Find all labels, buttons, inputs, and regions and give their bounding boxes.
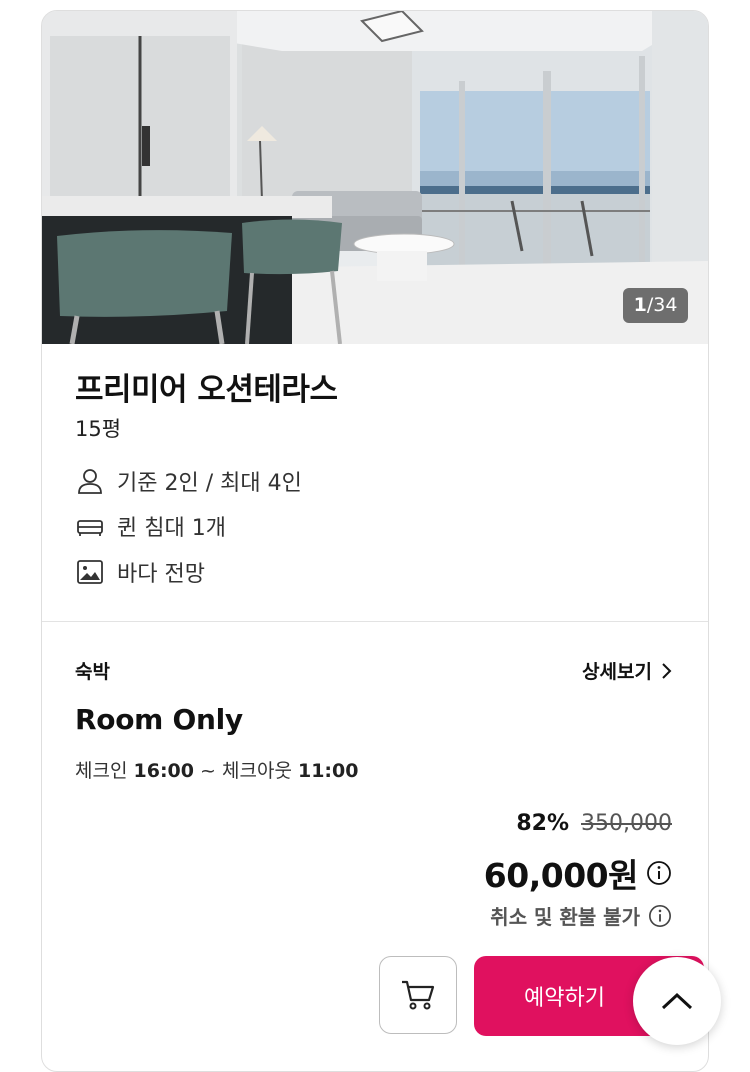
- photo-counter-current: 1: [633, 294, 647, 316]
- feature-bed-label: 퀸 침대 1개: [117, 516, 226, 541]
- room-size: 15평: [75, 417, 122, 441]
- feature-view: 바다 전망: [75, 557, 205, 587]
- room-photo[interactable]: 1/34: [42, 11, 708, 344]
- detail-link-label: 상세보기: [582, 661, 652, 683]
- chevron-up-icon: [661, 992, 693, 1010]
- feature-view-label: 바다 전망: [117, 562, 205, 587]
- scroll-to-top-button[interactable]: [633, 957, 721, 1045]
- plan-name: Room Only: [75, 703, 243, 736]
- photo-counter-total: /34: [646, 294, 678, 316]
- checkout-time: 11:00: [297, 760, 359, 782]
- stay-type-label: 숙박: [75, 661, 110, 683]
- feature-occupancy: 기준 2인 / 최대 4인: [75, 466, 302, 496]
- cart-icon: [402, 980, 435, 1010]
- detail-link[interactable]: 상세보기: [582, 657, 672, 684]
- room-info: 프리미어 오션테라스 15평: [75, 371, 675, 443]
- person-icon: [78, 469, 102, 494]
- bed-icon: [77, 520, 103, 536]
- book-button-label: 예약하기: [524, 986, 605, 1011]
- info-icon[interactable]: [648, 904, 672, 928]
- sale-price: 60,000원: [483, 856, 639, 895]
- section-divider: [42, 621, 708, 622]
- original-price: 350,000: [581, 811, 672, 836]
- feature-occupancy-label: 기준 2인 / 최대 4인: [117, 471, 302, 496]
- photo-counter: 1/34: [623, 288, 688, 323]
- room-title: 프리미어 오션테라스: [75, 372, 338, 408]
- check-times: 체크인 16:00 ~ 체크아웃 11:00: [75, 756, 358, 783]
- discount-row: 82% 350,000: [516, 811, 672, 836]
- refund-policy: 취소 및 환불 불가: [490, 901, 672, 930]
- checkin-time: 16:00: [133, 760, 194, 782]
- info-icon[interactable]: [646, 860, 672, 886]
- refund-policy-label: 취소 및 환불 불가: [490, 905, 640, 929]
- checkin-label: 체크인: [75, 760, 128, 782]
- time-separator: ~: [200, 760, 216, 782]
- chevron-right-icon: [662, 662, 672, 679]
- add-to-cart-button[interactable]: [379, 956, 457, 1034]
- discount-rate: 82%: [516, 811, 570, 836]
- price-row: 60,000원: [484, 849, 672, 897]
- image-icon: [77, 560, 103, 584]
- feature-bed: 퀸 침대 1개: [75, 511, 226, 541]
- room-card: 1/34 프리미어 오션테라스 15평 기준 2인 / 최대 4인 퀸 침대 1…: [41, 10, 709, 1072]
- checkout-label: 체크아웃: [222, 760, 292, 782]
